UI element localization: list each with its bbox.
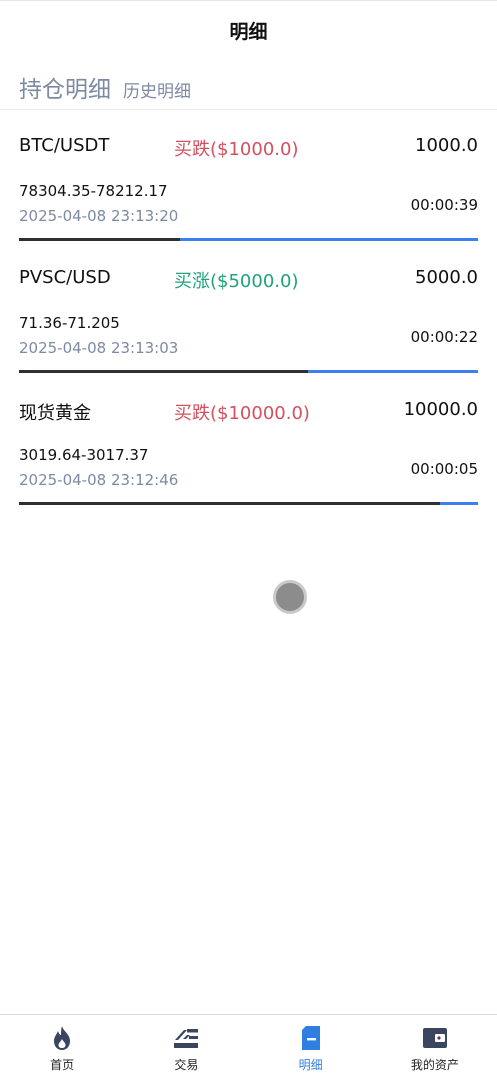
position-amount: 5000.0	[415, 267, 478, 288]
trade-icon	[173, 1025, 199, 1051]
tabbar-label: 首页	[50, 1058, 75, 1072]
position-time: 2025-04-08 23:13:20	[19, 207, 179, 225]
tabbar-label: 交易	[174, 1058, 199, 1072]
loading-spinner	[273, 580, 307, 614]
flame-icon	[49, 1025, 75, 1051]
tabbar-item-assets[interactable]: 我的资产	[373, 1015, 497, 1076]
tab-history[interactable]: 历史明细	[123, 77, 191, 102]
position-pair: BTC/USDT	[19, 135, 110, 156]
position-time: 2025-04-08 23:12:46	[19, 471, 179, 489]
position-progress-fill	[19, 502, 440, 505]
position-pair: 现货黄金	[19, 403, 91, 424]
position-countdown: 00:00:39	[410, 196, 478, 214]
position-countdown: 00:00:22	[410, 328, 478, 346]
position-progress-fill	[19, 370, 309, 373]
list-item[interactable]: PVSC/USD 买涨($5000.0) 5000.0 71.36-71.205…	[0, 243, 497, 375]
list-item[interactable]: BTC/USDT 买跌($1000.0) 1000.0 78304.35-782…	[0, 111, 497, 243]
position-prices: 71.36-71.205	[19, 314, 120, 332]
position-progress-fill	[19, 238, 180, 241]
position-action: 买跌($10000.0)	[174, 403, 310, 424]
position-progress-bar	[19, 370, 478, 373]
positions-list: BTC/USDT 买跌($1000.0) 1000.0 78304.35-782…	[0, 111, 497, 507]
detail-tabs: 持仓明细 历史明细	[0, 62, 497, 110]
position-countdown: 00:00:05	[410, 460, 478, 478]
tabbar-item-home[interactable]: 首页	[0, 1015, 124, 1076]
tabbar-item-trade[interactable]: 交易	[124, 1015, 248, 1076]
position-progress-bar	[19, 238, 478, 241]
position-progress-bar	[19, 502, 478, 505]
document-icon	[298, 1025, 324, 1051]
tabbar-label: 明细	[298, 1058, 323, 1072]
position-time: 2025-04-08 23:13:03	[19, 339, 179, 357]
header: 明细	[0, 1, 497, 59]
list-item[interactable]: 现货黄金 买跌($10000.0) 10000.0 3019.64-3017.3…	[0, 375, 497, 507]
position-prices: 78304.35-78212.17	[19, 182, 168, 200]
bottom-tab-bar: 首页 交易 明细 我的资产	[0, 1014, 497, 1076]
position-pair: PVSC/USD	[19, 267, 111, 288]
tabbar-item-details[interactable]: 明细	[249, 1015, 373, 1076]
position-action: 买涨($5000.0)	[174, 271, 299, 292]
position-action: 买跌($1000.0)	[174, 139, 299, 160]
page-title: 明细	[229, 20, 268, 43]
tabbar-label: 我的资产	[410, 1058, 459, 1072]
tab-holdings[interactable]: 持仓明细	[19, 70, 111, 104]
position-amount: 10000.0	[403, 399, 478, 420]
position-prices: 3019.64-3017.37	[19, 446, 149, 464]
position-amount: 1000.0	[415, 135, 478, 156]
wallet-icon	[422, 1025, 448, 1051]
